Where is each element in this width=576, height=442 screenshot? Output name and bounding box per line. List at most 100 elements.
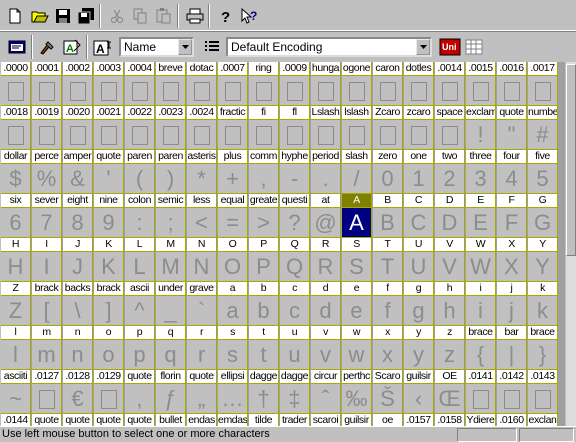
glyph-cell[interactable]: .0158 xyxy=(435,414,465,426)
glyph-cell[interactable]: trader™ xyxy=(280,414,310,426)
glyph-cell[interactable]: one 1 xyxy=(404,150,434,194)
save-button[interactable] xyxy=(51,5,75,27)
context-help-button[interactable]: ? xyxy=(237,5,261,27)
glyph-cell[interactable]: TT xyxy=(373,238,403,282)
glyph-cell[interactable]: bb xyxy=(249,282,279,326)
glyph-cell[interactable]: LL xyxy=(125,238,155,282)
glyph-cell[interactable]: MM xyxy=(156,238,186,282)
glyph-cell[interactable]: yy xyxy=(404,326,434,370)
glyph-cell[interactable]: under _ xyxy=(156,282,186,326)
cut-button[interactable] xyxy=(105,5,129,27)
glyph-cell[interactable]: space xyxy=(435,106,465,150)
glyph-cell[interactable]: tt xyxy=(249,326,279,370)
glyph-cell[interactable]: rr xyxy=(187,326,217,370)
scrollbar-thumb[interactable] xyxy=(566,64,576,256)
glyph-cell[interactable]: five 5 xyxy=(528,150,558,194)
glyph-cell[interactable]: HH xyxy=(1,238,31,282)
glyph-cell[interactable]: asciiti ~ xyxy=(1,370,31,414)
glyph-cell[interactable]: dollar $ xyxy=(1,150,31,194)
glyph-cell[interactable]: QQ xyxy=(280,238,310,282)
glyph-cell[interactable]: RR xyxy=(311,238,341,282)
glyph-cell[interactable]: Zcaro xyxy=(373,106,403,150)
glyph-cell[interactable]: .0022 xyxy=(125,106,155,150)
glyph-cell[interactable]: .0157 xyxy=(404,414,434,426)
paste-button[interactable] xyxy=(151,5,175,27)
glyph-cell[interactable]: .0160 xyxy=(497,414,527,426)
glyph-cell[interactable]: greate > xyxy=(249,194,279,238)
glyph-cell[interactable]: qq xyxy=(156,326,186,370)
print-button[interactable] xyxy=(183,5,207,27)
glyph-cell[interactable]: OE Œ xyxy=(435,370,465,414)
glyph-cell[interactable]: .0127 xyxy=(32,370,62,414)
glyph-cell[interactable]: II xyxy=(32,238,62,282)
glyph-cell[interactable]: bar | xyxy=(497,326,527,370)
glyph-cell[interactable]: paren( xyxy=(125,150,155,194)
glyph-cell[interactable]: less < xyxy=(187,194,217,238)
glyph-cell[interactable]: .0020 xyxy=(63,106,93,150)
glyph-cell[interactable]: guilsir› xyxy=(342,414,372,426)
glyph-cell[interactable]: period. xyxy=(311,150,341,194)
character-grid[interactable]: .0000.0001.0002.0003.0004 breve dotac .0007… xyxy=(1,62,565,426)
glyph-cell[interactable]: uu xyxy=(280,326,310,370)
encoding-select[interactable]: Default Encoding xyxy=(226,37,432,57)
glyph-cell[interactable]: .0141 xyxy=(466,370,496,414)
glyph-cell[interactable]: .0021 xyxy=(94,106,124,150)
glyph-cell[interactable]: BB xyxy=(373,194,403,238)
glyph-cell[interactable]: XX xyxy=(497,238,527,282)
glyph-cell[interactable]: quote‘ xyxy=(32,414,62,426)
glyph-cell[interactable]: ee xyxy=(342,282,372,326)
glyph-cell[interactable]: .0000 xyxy=(1,62,31,106)
glyph-cell[interactable]: .0144 xyxy=(1,414,31,426)
glyph-cell[interactable]: hyphe - xyxy=(280,150,310,194)
glyph-cell[interactable]: SS xyxy=(342,238,372,282)
glyph-cell[interactable]: hh xyxy=(435,282,465,326)
glyph-cell[interactable]: AA xyxy=(342,194,372,238)
glyph-cell[interactable]: brack] xyxy=(94,282,124,326)
glyph-cell[interactable]: KK xyxy=(94,238,124,282)
glyph-cell[interactable]: .0007 xyxy=(218,62,248,106)
glyph-cell[interactable]: amper & xyxy=(63,150,93,194)
glyph-cell[interactable]: OO xyxy=(218,238,248,282)
glyph-cell[interactable]: ll xyxy=(1,326,31,370)
glyph-cell[interactable]: six 6 xyxy=(1,194,31,238)
glyph-cell[interactable]: zero 0 xyxy=(373,150,403,194)
glyph-cell[interactable]: fi xyxy=(249,106,279,150)
glyph-cell[interactable]: dotles xyxy=(404,62,434,106)
edit-glyph-button[interactable]: A xyxy=(60,36,84,58)
glyph-cell[interactable]: pp xyxy=(125,326,155,370)
properties-button[interactable] xyxy=(5,36,29,58)
glyph-cell[interactable]: YdiereŸ xyxy=(466,414,496,426)
glyph-cell[interactable]: brace{ xyxy=(466,326,496,370)
glyph-cell[interactable]: mm xyxy=(32,326,62,370)
glyph-cell[interactable]: slash / xyxy=(342,150,372,194)
glyph-cell[interactable]: plus + xyxy=(218,150,248,194)
glyph-cell[interactable]: .0015 xyxy=(466,62,496,106)
glyph-cell[interactable]: equal = xyxy=(218,194,248,238)
glyph-cell[interactable]: fl xyxy=(280,106,310,150)
glyph-cell[interactable]: two 2 xyxy=(435,150,465,194)
glyph-cell[interactable]: caron xyxy=(373,62,403,106)
glyph-cell[interactable]: semic; xyxy=(156,194,186,238)
glyph-cell[interactable]: .0016 xyxy=(497,62,527,106)
glyph-cell[interactable]: ii xyxy=(466,282,496,326)
glyph-cell[interactable]: zz xyxy=(435,326,465,370)
glyph-cell[interactable]: gg xyxy=(404,282,434,326)
glyph-cell[interactable]: quote” xyxy=(125,414,155,426)
glyph-cell[interactable]: comm, xyxy=(249,150,279,194)
glyph-cell[interactable]: .0002 xyxy=(63,62,93,106)
glyph-cell[interactable]: questi? xyxy=(280,194,310,238)
glyph-cell[interactable]: oo xyxy=(94,326,124,370)
glyph-cell[interactable]: kk xyxy=(528,282,558,326)
glyph-cell[interactable]: quote ‚ xyxy=(125,370,155,414)
glyph-cell[interactable]: florin ƒ xyxy=(156,370,186,414)
glyph-cell[interactable]: .0004 xyxy=(125,62,155,106)
vertical-scrollbar[interactable] xyxy=(566,62,576,426)
open-file-button[interactable] xyxy=(28,5,52,27)
glyph-cell[interactable]: circur ˆ xyxy=(311,370,341,414)
glyph-cell[interactable]: vv xyxy=(311,326,341,370)
glyph-cell[interactable]: NN xyxy=(187,238,217,282)
glyph-cell[interactable]: VV xyxy=(435,238,465,282)
glyph-cell[interactable]: brace} xyxy=(528,326,558,370)
glyph-cell[interactable]: .0142 xyxy=(497,370,527,414)
glyph-cell[interactable]: sever 7 xyxy=(32,194,62,238)
